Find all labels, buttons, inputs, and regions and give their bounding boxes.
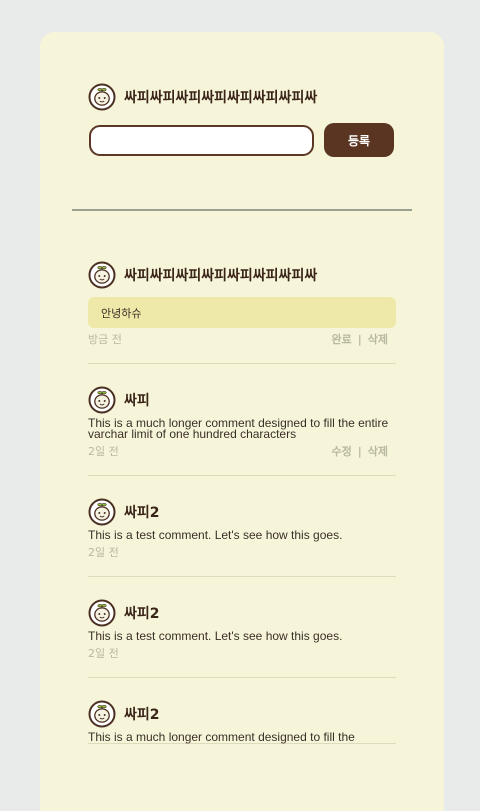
avatar-icon — [88, 386, 116, 414]
avatar-icon — [88, 498, 116, 526]
comment-meta: 2일 전 — [88, 541, 396, 563]
composer-input-row: 등록 — [89, 123, 398, 157]
comment-author-name: 싸피2 — [124, 707, 160, 723]
comment-author: 싸피2 — [88, 599, 396, 627]
comment-meta: 2일 전 — [88, 642, 396, 664]
comment-author: 싸피2 — [88, 498, 396, 526]
section-divider — [72, 209, 412, 211]
complete-button[interactable]: 완료 — [331, 333, 351, 346]
delete-button[interactable]: 삭제 — [368, 445, 388, 458]
comment-text: This is a much longer comment designed t… — [88, 416, 389, 441]
delete-button[interactable]: 삭제 — [368, 333, 388, 346]
comment-item: 싸피2 This is a test comment. Let's see ho… — [88, 599, 396, 678]
action-separator: | — [357, 333, 362, 346]
comment-text: This is a test comment. Let's see how th… — [88, 528, 343, 542]
avatar-icon — [88, 599, 116, 627]
comment-panel: 싸피싸피싸피싸피싸피싸피싸피싸 등록 싸피싸피싸피싸피싸피싸피싸피싸 안녕하슈 … — [40, 32, 444, 811]
comment-text: This is a much longer comment designed t… — [88, 730, 355, 744]
composer-user: 싸피싸피싸피싸피싸피싸피싸피싸 — [88, 82, 398, 112]
comment-composer: 싸피싸피싸피싸피싸피싸피싸피싸 등록 — [88, 82, 398, 157]
comment-item: 싸피 This is a much longer comment designe… — [88, 386, 396, 476]
comment-text: This is a test comment. Let's see how th… — [88, 629, 343, 643]
comment-author-name: 싸피 — [124, 393, 150, 409]
comment-edit-input[interactable]: 안녕하슈 — [88, 297, 396, 328]
comment-author: 싸피 — [88, 386, 396, 414]
avatar-icon — [88, 261, 116, 289]
comment-author: 싸피싸피싸피싸피싸피싸피싸피싸 — [88, 261, 396, 289]
avatar-icon — [88, 83, 116, 111]
comment-item: 싸피2 This is a much longer comment design… — [88, 700, 396, 744]
comment-author-name: 싸피싸피싸피싸피싸피싸피싸피싸 — [124, 268, 318, 284]
comment-input[interactable] — [89, 124, 314, 156]
submit-button[interactable]: 등록 — [324, 123, 394, 157]
comment-meta: 2일 전 수정 | 삭제 — [88, 440, 396, 462]
comment-timestamp: 2일 전 — [88, 647, 119, 660]
action-separator: | — [357, 445, 362, 458]
comment-timestamp: 2일 전 — [88, 546, 119, 559]
comment-item: 싸피2 This is a test comment. Let's see ho… — [88, 498, 396, 577]
edit-button[interactable]: 수정 — [331, 445, 351, 458]
comment-list: 싸피싸피싸피싸피싸피싸피싸피싸 안녕하슈 방금 전 완료 | 삭제 싸피 This … — [88, 261, 396, 766]
comment-actions: 완료 | 삭제 — [331, 331, 396, 347]
comment-meta: 방금 전 완료 | 삭제 — [88, 328, 396, 350]
comment-timestamp: 2일 전 — [88, 445, 119, 458]
avatar-icon — [88, 700, 116, 728]
comment-timestamp: 방금 전 — [88, 333, 122, 346]
comment-author: 싸피2 — [88, 700, 396, 728]
comment-item: 싸피싸피싸피싸피싸피싸피싸피싸 안녕하슈 방금 전 완료 | 삭제 — [88, 261, 396, 364]
comment-actions: 수정 | 삭제 — [331, 443, 396, 459]
comment-author-name: 싸피2 — [124, 606, 160, 622]
composer-user-name: 싸피싸피싸피싸피싸피싸피싸피싸 — [124, 90, 318, 106]
comment-author-name: 싸피2 — [124, 505, 160, 521]
